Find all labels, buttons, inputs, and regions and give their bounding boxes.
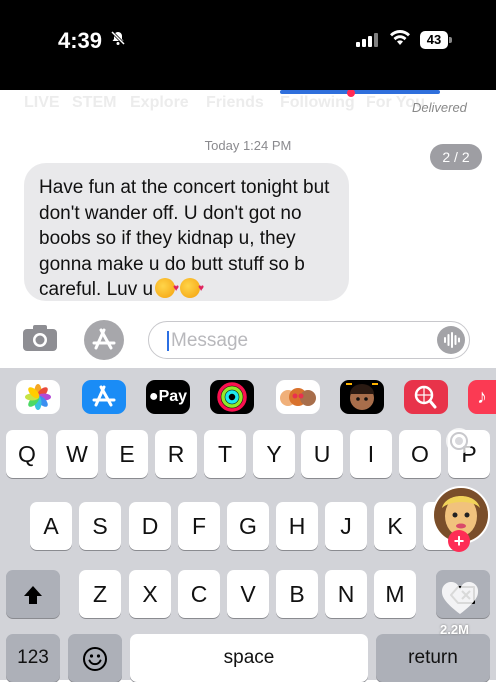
key-e[interactable]: E bbox=[106, 430, 148, 478]
apple-logo-icon: ● bbox=[148, 388, 159, 405]
message-line: careful. Luv u bbox=[39, 279, 154, 300]
key-q[interactable]: Q bbox=[6, 430, 48, 478]
key-u[interactable]: U bbox=[301, 430, 343, 478]
shift-key[interactable] bbox=[6, 570, 60, 618]
cellular-signal-icon bbox=[356, 33, 380, 47]
silent-bell-icon bbox=[110, 30, 126, 51]
message-line: don't wander off. U don't got no bbox=[39, 202, 302, 224]
emoji-key[interactable] bbox=[68, 634, 122, 682]
message-line: gonna make u do butt stuff so b bbox=[39, 253, 305, 275]
shift-arrow-icon bbox=[24, 586, 42, 604]
like-heart-icon[interactable] bbox=[440, 581, 480, 616]
memoji-app-icon[interactable] bbox=[276, 380, 320, 414]
message-line: Have fun at the concert tonight but bbox=[39, 177, 330, 198]
key-h[interactable]: H bbox=[276, 502, 318, 550]
like-count: 2.2M bbox=[440, 622, 469, 637]
audio-waveform-icon[interactable] bbox=[437, 326, 465, 354]
key-z[interactable]: Z bbox=[79, 570, 121, 618]
tab-live[interactable]: LIVE bbox=[24, 94, 60, 112]
key-t[interactable]: T bbox=[204, 430, 246, 478]
key-y[interactable]: Y bbox=[253, 430, 295, 478]
key-i[interactable]: I bbox=[350, 430, 392, 478]
key-j[interactable]: J bbox=[325, 502, 367, 550]
key-c[interactable]: C bbox=[178, 570, 220, 618]
key-s[interactable]: S bbox=[79, 502, 121, 550]
keyboard: ●Pay ♪ Q W E R T Y U I O P A S D F G H J… bbox=[0, 368, 496, 682]
composer-row: Message bbox=[0, 318, 496, 368]
message-line: boobs so if they kidnap u, they bbox=[39, 228, 296, 249]
key-n[interactable]: N bbox=[325, 570, 367, 618]
message-line-last: careful. Luv u bbox=[39, 276, 335, 303]
camera-icon[interactable] bbox=[22, 324, 58, 352]
tab-following[interactable]: Following bbox=[280, 94, 355, 112]
key-g[interactable]: G bbox=[227, 502, 269, 550]
key-m[interactable]: M bbox=[374, 570, 416, 618]
return-key[interactable]: return bbox=[376, 634, 490, 682]
message-timestamp: Today 1:24 PM bbox=[204, 138, 292, 153]
tab-explore[interactable]: Explore bbox=[130, 94, 189, 112]
battery-indicator: 43 bbox=[420, 31, 448, 49]
key-b[interactable]: B bbox=[276, 570, 318, 618]
battery-tip bbox=[449, 37, 452, 43]
space-key[interactable]: space bbox=[130, 634, 368, 682]
received-message-bubble[interactable]: Have fun at the concert tonight but don'… bbox=[24, 163, 349, 303]
key-r[interactable]: R bbox=[155, 430, 197, 478]
key-x[interactable]: X bbox=[129, 570, 171, 618]
delivered-label: Delivered bbox=[412, 100, 467, 115]
app-store-app-icon[interactable] bbox=[82, 380, 126, 414]
key-o[interactable]: O bbox=[399, 430, 441, 478]
key-d[interactable]: D bbox=[129, 502, 171, 550]
assistive-touch-icon[interactable] bbox=[446, 428, 472, 454]
photos-app-icon[interactable] bbox=[16, 380, 60, 414]
memoji-stickers-app-icon[interactable] bbox=[340, 380, 384, 414]
text-cursor bbox=[167, 331, 169, 351]
page-indicator: 2 / 2 bbox=[430, 144, 482, 170]
message-placeholder: Message bbox=[171, 330, 249, 351]
music-app-icon[interactable]: ♪ bbox=[468, 380, 496, 414]
message-input[interactable]: Message bbox=[148, 321, 470, 359]
clock: 4:39 bbox=[58, 28, 103, 53]
imessage-app-strip: ●Pay ♪ bbox=[0, 368, 496, 426]
numbers-key[interactable]: 123 bbox=[6, 634, 60, 682]
key-f[interactable]: F bbox=[178, 502, 220, 550]
wifi-icon bbox=[389, 28, 411, 51]
activity-app-icon[interactable] bbox=[210, 380, 254, 414]
emoji-icon bbox=[83, 647, 107, 671]
app-store-button[interactable] bbox=[84, 320, 124, 360]
tab-stem[interactable]: STEM bbox=[72, 94, 116, 112]
tab-friends[interactable]: Friends bbox=[206, 94, 264, 112]
status-bar: 4:39 43 bbox=[0, 0, 496, 90]
key-a[interactable]: A bbox=[30, 502, 72, 550]
follow-plus-icon[interactable]: + bbox=[448, 530, 470, 552]
key-k[interactable]: K bbox=[374, 502, 416, 550]
web-search-app-icon[interactable] bbox=[404, 380, 448, 414]
key-v[interactable]: V bbox=[227, 570, 269, 618]
kiss-emoji-icon bbox=[180, 276, 204, 302]
apple-pay-app-icon[interactable]: ●Pay bbox=[146, 380, 190, 414]
apple-pay-label: Pay bbox=[158, 388, 188, 405]
key-w[interactable]: W bbox=[56, 430, 98, 478]
kiss-emoji-icon bbox=[155, 276, 179, 302]
